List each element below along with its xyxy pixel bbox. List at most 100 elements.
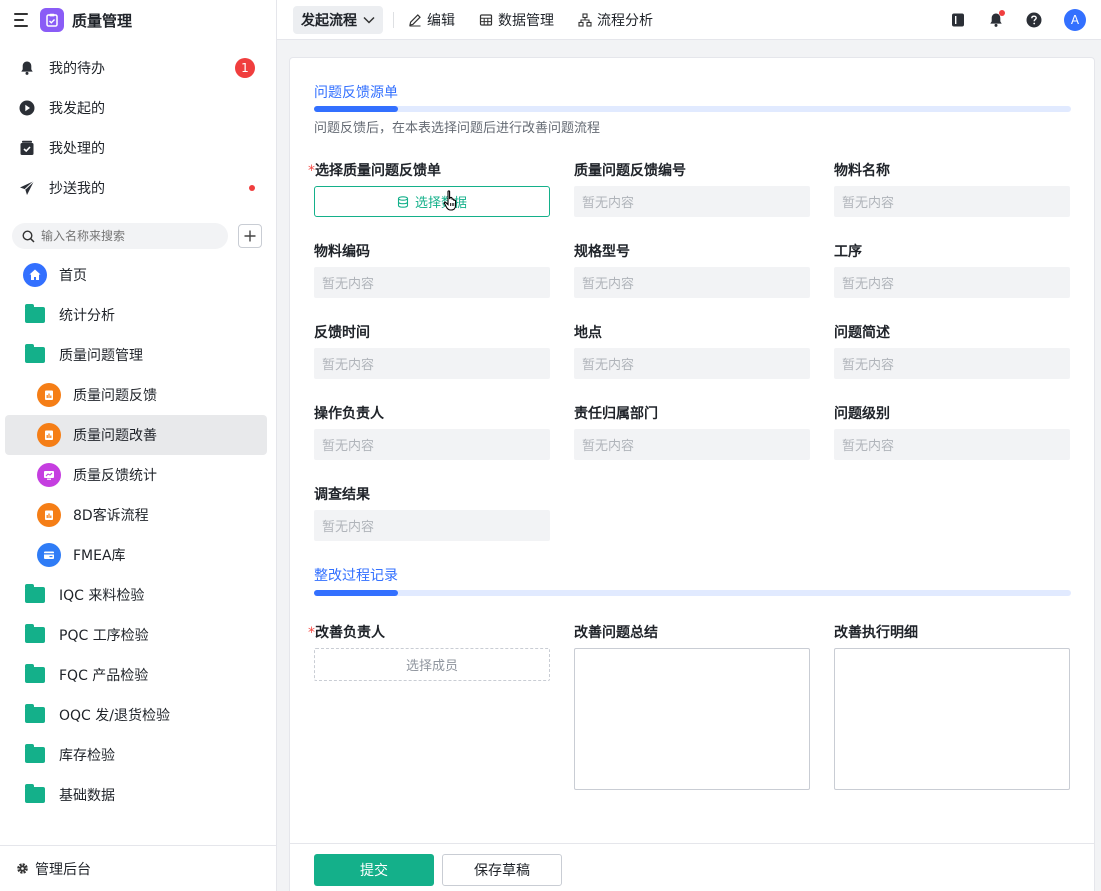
quick-item-label: 我发起的 <box>49 101 105 117</box>
table-icon <box>479 13 493 27</box>
field-spec-model: 规格型号 暂无内容 <box>574 241 810 298</box>
nav-item-pqc[interactable]: PQC 工序检验 <box>5 615 267 655</box>
edit-button[interactable]: 编辑 <box>408 10 455 30</box>
quick-item-handled[interactable]: 我处理的 <box>0 128 276 168</box>
submit-button[interactable]: 提交 <box>314 854 434 886</box>
field-value: 暂无内容 <box>574 348 810 379</box>
nav-item-stats[interactable]: 统计分析 <box>5 295 267 335</box>
folder-icon <box>25 704 45 723</box>
card-icon <box>37 543 61 567</box>
nav-item-label: 8D客诉流程 <box>73 508 149 524</box>
quick-nav: 我的待办 1 我发起的 我处理的 抄送我的 <box>0 40 276 208</box>
sidebar: 质量管理 我的待办 1 我发起的 我处理的 抄送我的 输入名称来搜索 首页 统计… <box>0 0 277 891</box>
admin-link[interactable]: 管理后台 <box>0 845 276 891</box>
field-value: 暂无内容 <box>314 348 550 379</box>
improvement-summary-textarea[interactable] <box>574 648 810 790</box>
nav-item-fmea[interactable]: FMEA库 <box>5 535 267 575</box>
field-label: 质量问题反馈编号 <box>574 163 686 179</box>
menu-icon[interactable] <box>14 13 30 27</box>
nav-item-home[interactable]: 首页 <box>5 255 267 295</box>
process-analysis-button[interactable]: 流程分析 <box>578 10 653 30</box>
nav-item-fqc[interactable]: FQC 产品检验 <box>5 655 267 695</box>
field-responsible-dept: 责任归属部门 暂无内容 <box>574 403 810 460</box>
nav-item-quality-issues[interactable]: 质量问题管理 <box>5 335 267 375</box>
nav-item-iqc[interactable]: IQC 来料检验 <box>5 575 267 615</box>
field-value: 暂无内容 <box>574 267 810 298</box>
nav-item-issue-improvement[interactable]: 质量问题改善 <box>5 415 267 455</box>
field-label: 反馈时间 <box>314 325 370 341</box>
nav-item-inventory[interactable]: 库存检验 <box>5 735 267 775</box>
quick-item-label: 我处理的 <box>49 141 105 157</box>
nav-item-label: 质量问题管理 <box>59 348 143 364</box>
dashboard-icon <box>37 463 61 487</box>
field-label: 改善负责人 <box>315 625 385 641</box>
field-execution-details: 改善执行明细 <box>834 622 1070 790</box>
folder-icon <box>25 744 45 763</box>
field-value: 暂无内容 <box>834 186 1070 217</box>
start-process-dropdown[interactable]: 发起流程 <box>293 5 383 34</box>
flow-icon <box>578 12 592 27</box>
field-value: 暂无内容 <box>314 429 550 460</box>
nav-item-label: FMEA库 <box>73 548 126 564</box>
nav-item-label: 库存检验 <box>59 748 115 764</box>
help-icon[interactable] <box>1026 12 1042 28</box>
process-analysis-label: 流程分析 <box>597 12 653 29</box>
notification-bell-icon[interactable] <box>988 10 1005 28</box>
field-feedback-time: 反馈时间 暂无内容 <box>314 322 550 379</box>
add-button[interactable] <box>238 224 262 248</box>
send-icon <box>18 179 36 197</box>
field-value: 暂无内容 <box>834 429 1070 460</box>
section-divider <box>314 106 1071 112</box>
unread-dot <box>249 185 255 191</box>
form-icon <box>37 423 61 447</box>
field-issue-summary: 问题简述 暂无内容 <box>834 322 1070 379</box>
quick-item-initiated[interactable]: 我发起的 <box>0 88 276 128</box>
divider <box>393 11 394 28</box>
gear-icon <box>16 862 29 875</box>
nav-item-label: 质量反馈统计 <box>73 468 157 484</box>
field-label: 物料名称 <box>834 163 890 179</box>
pencil-icon <box>408 13 422 27</box>
plus-icon <box>244 230 256 242</box>
select-member-button[interactable]: 选择成员 <box>314 648 550 681</box>
hand-cursor-icon <box>443 190 459 216</box>
nav-item-label: 质量问题反馈 <box>73 388 157 404</box>
field-operator: 操作负责人 暂无内容 <box>314 403 550 460</box>
quick-item-cc[interactable]: 抄送我的 <box>0 168 276 208</box>
home-icon <box>23 263 47 287</box>
field-issue-level: 问题级别 暂无内容 <box>834 403 1070 460</box>
field-material-code: 物料编码 暂无内容 <box>314 241 550 298</box>
folder-icon <box>25 664 45 683</box>
save-draft-button[interactable]: 保存草稿 <box>442 854 562 886</box>
section-description: 问题反馈后，在本表选择问题后进行改善问题流程 <box>314 121 601 136</box>
field-label: 规格型号 <box>574 244 630 260</box>
nav-item-label: OQC 发/退货检验 <box>59 708 170 724</box>
todo-count-badge: 1 <box>235 58 255 78</box>
avatar[interactable]: A <box>1064 9 1086 31</box>
quick-item-todo[interactable]: 我的待办 1 <box>0 48 276 88</box>
field-value: 暂无内容 <box>574 429 810 460</box>
book-icon[interactable] <box>950 12 966 28</box>
nav-item-label: PQC 工序检验 <box>59 628 149 644</box>
field-label: 选择质量问题反馈单 <box>315 163 441 179</box>
nav-item-8d-complaint[interactable]: 8D客诉流程 <box>5 495 267 535</box>
search-input[interactable] <box>41 229 211 243</box>
field-material-name: 物料名称 暂无内容 <box>834 160 1070 217</box>
field-value: 暂无内容 <box>834 348 1070 379</box>
nav-item-feedback-stats[interactable]: 质量反馈统计 <box>5 455 267 495</box>
field-label: 工序 <box>834 244 862 260</box>
field-location: 地点 暂无内容 <box>574 322 810 379</box>
field-label: 责任归属部门 <box>574 406 658 422</box>
select-data-button[interactable]: 选择数据 <box>314 186 550 217</box>
quick-item-label: 抄送我的 <box>49 181 105 197</box>
app-logo-icon <box>40 8 64 32</box>
nav-item-base-data[interactable]: 基础数据 <box>5 775 267 815</box>
field-investigation-result: 调查结果 暂无内容 <box>314 484 550 541</box>
field-feedback-number: 质量问题反馈编号 暂无内容 <box>574 160 810 217</box>
nav-item-oqc[interactable]: OQC 发/退货检验 <box>5 695 267 735</box>
search-box[interactable] <box>12 223 229 249</box>
data-management-button[interactable]: 数据管理 <box>479 10 554 30</box>
execution-details-textarea[interactable] <box>834 648 1070 790</box>
nav-item-issue-feedback[interactable]: 质量问题反馈 <box>5 375 267 415</box>
section-title-source: 问题反馈源单 <box>314 85 398 101</box>
